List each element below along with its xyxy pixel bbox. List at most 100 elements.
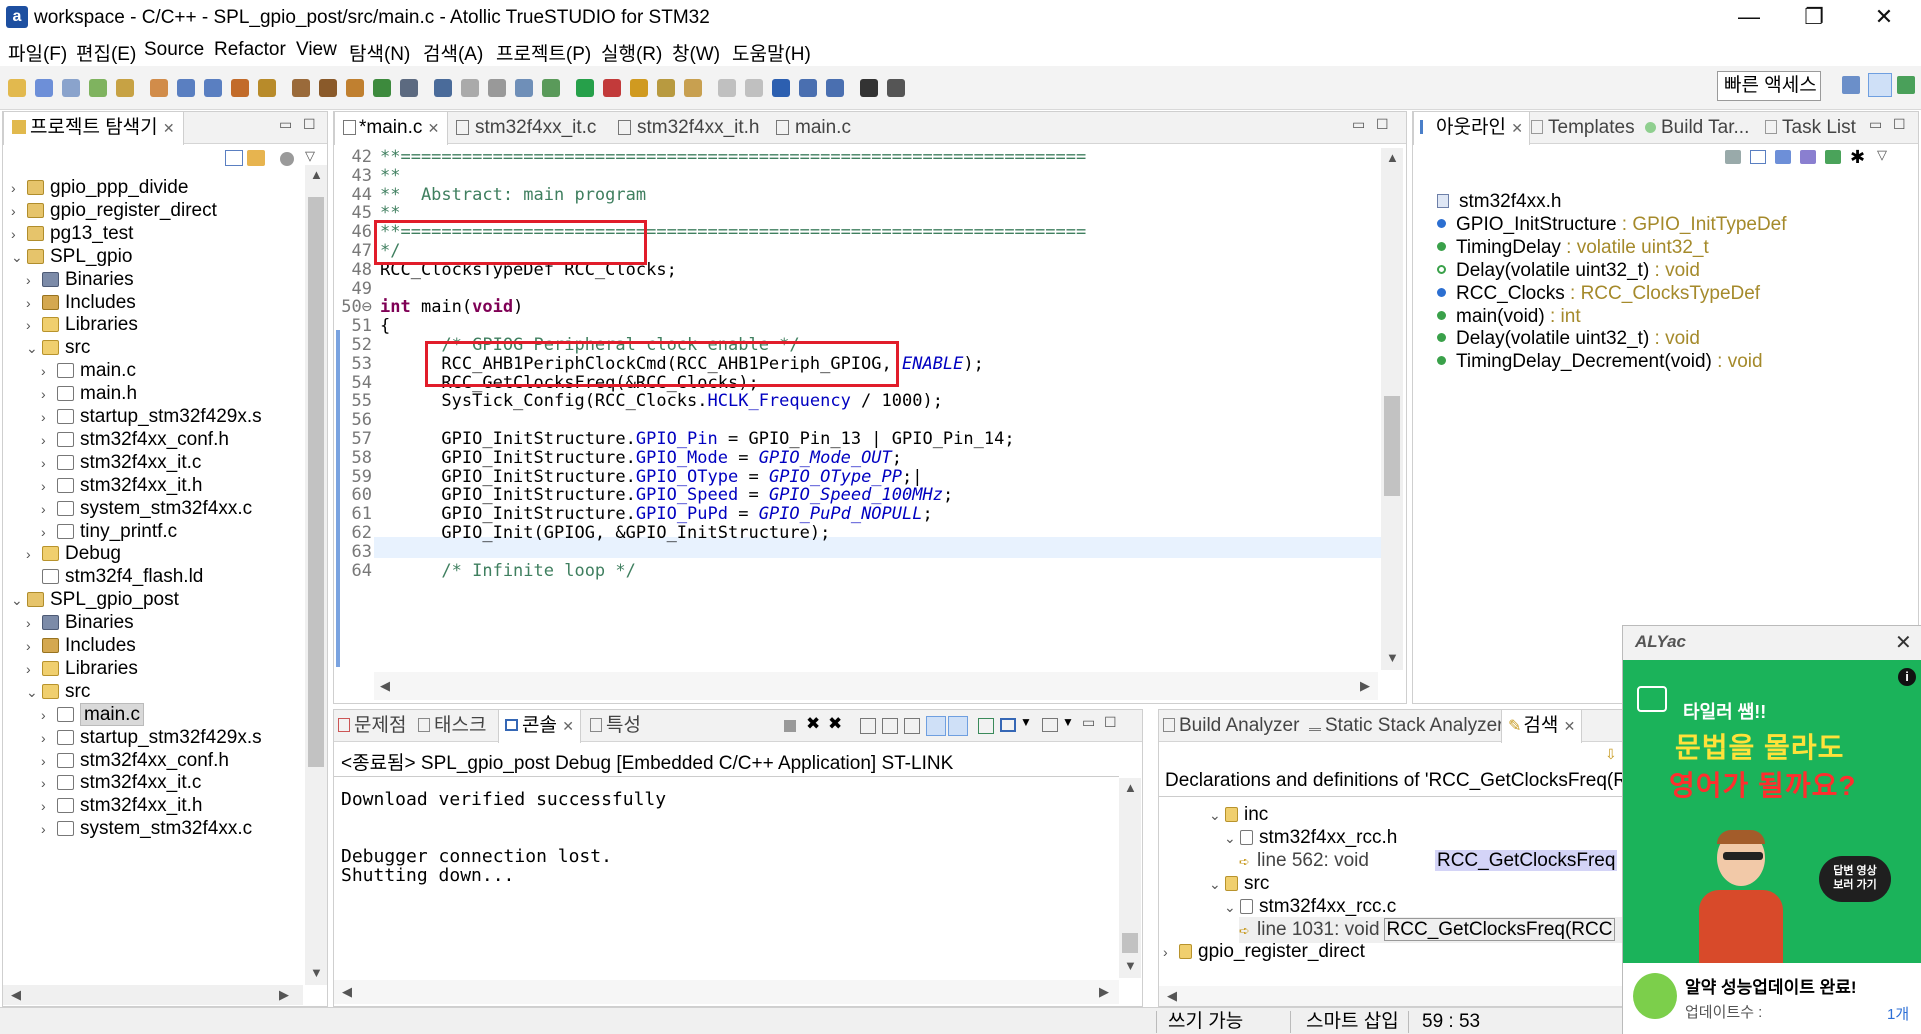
explorer-scroll-thumb[interactable] <box>308 197 324 767</box>
tab-templates[interactable]: Templates <box>1531 112 1635 144</box>
menu-project[interactable]: 프로젝트(P) <box>496 39 591 66</box>
menu-run[interactable]: 실행(R) <box>601 39 662 66</box>
outline-item[interactable]: TimingDelay_Decrement(void) : void <box>1437 350 1763 373</box>
word-wrap-icon[interactable] <box>904 718 920 734</box>
menu-source[interactable]: Source <box>144 39 204 61</box>
save-icon[interactable] <box>177 79 195 97</box>
hide-macros-icon[interactable]: ✱ <box>1850 147 1865 168</box>
view-menu-icon[interactable]: ▽ <box>305 148 315 164</box>
search-hscrollbar[interactable]: ◀ <box>1159 986 1625 1006</box>
show-on-error-icon[interactable] <box>948 716 968 736</box>
outline-item[interactable]: RCC_Clocks : RCC_ClocksTypeDef <box>1437 282 1760 305</box>
hide-static-icon[interactable] <box>1800 150 1816 164</box>
tab-task-list[interactable]: Task List <box>1765 112 1856 144</box>
make-icon[interactable] <box>319 79 337 97</box>
editor-scrollbar[interactable]: ▲ ▼ <box>1381 148 1403 670</box>
chevron-down-icon[interactable]: ⌄ <box>26 679 42 705</box>
perspective-icon[interactable] <box>1842 76 1860 94</box>
tab-tasks[interactable]: 태스크 <box>418 710 486 742</box>
hide-nonpublic-icon[interactable] <box>1825 150 1841 164</box>
console-output[interactable]: Download verified successfully Debugger c… <box>341 790 1111 975</box>
build-all-icon[interactable] <box>258 79 276 97</box>
scroll-lock-icon[interactable] <box>882 718 898 734</box>
save-all-icon[interactable] <box>204 79 222 97</box>
import-icon[interactable] <box>116 79 134 97</box>
quick-access-input[interactable]: 빠른 액세스 <box>1717 71 1821 101</box>
maximize-icon[interactable]: ☐ <box>1893 116 1906 133</box>
new-class-icon[interactable] <box>89 79 107 97</box>
menu-view[interactable]: View <box>296 39 337 61</box>
tab-outline[interactable]: 아웃라인 ✕ <box>1413 112 1530 145</box>
tab-static-stack-analyzer[interactable]: Static Stack Analyzer <box>1309 710 1503 742</box>
outline-item[interactable]: main(void) : int <box>1437 305 1581 328</box>
minimize-icon[interactable]: ▭ <box>1869 116 1882 133</box>
mark-occurrences-icon[interactable] <box>515 79 533 97</box>
sort-icon[interactable] <box>1725 150 1741 164</box>
tab-stm32f4xx-it-c[interactable]: stm32f4xx_it.c <box>448 112 604 144</box>
filter-icon[interactable] <box>280 152 294 166</box>
ad-info-icon[interactable]: i <box>1898 668 1916 686</box>
menu-window[interactable]: 창(W) <box>672 39 720 66</box>
clean-icon[interactable] <box>292 79 310 97</box>
menu-search[interactable]: 검색(A) <box>423 39 483 66</box>
tab-problems[interactable]: 문제점 <box>338 710 406 742</box>
chevron-right-icon[interactable]: › <box>1163 939 1179 965</box>
search-result-item[interactable]: ➪ line 562: void RCC_GetClocksFreq <box>1239 848 1618 874</box>
outline-item[interactable]: TimingDelay : volatile uint32_t <box>1437 236 1709 259</box>
exit-icon[interactable] <box>887 79 905 97</box>
chevron-down-icon[interactable]: ⌄ <box>1224 894 1240 920</box>
editor-hscrollbar[interactable]: ◀ ▶ <box>374 672 1378 700</box>
close-icon[interactable]: ✕ <box>562 718 574 734</box>
menu-file[interactable]: 파일(F) <box>8 39 67 66</box>
prev-edit-icon[interactable] <box>684 79 702 97</box>
tab-search[interactable]: ✎ 검색 ✕ <box>1501 710 1583 743</box>
chevron-right-icon[interactable]: › <box>41 816 57 842</box>
explorer-hscrollbar[interactable]: ◀ ▶ <box>3 985 303 1005</box>
close-icon[interactable]: ✕ <box>428 120 440 136</box>
tab-console[interactable]: 콘솔 ✕ <box>498 710 581 743</box>
close-icon[interactable]: ✕ <box>163 120 175 136</box>
explorer-item[interactable]: › system_stm32f4xx.c <box>41 816 252 842</box>
ad-banner[interactable]: i 타일러 쌤!! 문법을 몰라도 영어가 될까요? 답변 영상 보러 가기 <box>1623 660 1921 963</box>
console-scroll-thumb[interactable] <box>1122 933 1138 953</box>
chevron-down-icon[interactable]: ▼ <box>1020 715 1032 729</box>
outline-item[interactable]: Delay(volatile uint32_t) : void <box>1437 327 1700 350</box>
clear-console-icon[interactable] <box>860 718 876 734</box>
tab-properties[interactable]: 특성 <box>590 710 641 742</box>
display-console-icon[interactable] <box>1000 718 1016 732</box>
console-hscrollbar[interactable]: ◀ ▶ <box>334 980 1119 1004</box>
tab-main-c-modified[interactable]: *main.c ✕ <box>334 112 449 145</box>
search-result-item[interactable]: › gpio_register_direct <box>1163 939 1365 965</box>
menu-edit[interactable]: 편집(E) <box>76 39 136 66</box>
remove-launch-icon[interactable]: ✖ <box>806 714 820 734</box>
build-config-icon[interactable] <box>346 79 364 97</box>
view-menu-icon[interactable]: ▽ <box>1877 147 1887 163</box>
maximize-button[interactable]: ❐ <box>1790 2 1838 32</box>
serial-icon[interactable] <box>434 79 452 97</box>
ad-close-icon[interactable]: ✕ <box>1895 630 1912 655</box>
minimize-button[interactable]: — <box>1725 2 1773 32</box>
chevron-down-icon[interactable]: ⌄ <box>26 335 42 361</box>
chevron-down-icon[interactable]: ⌄ <box>1224 825 1240 851</box>
maximize-icon[interactable]: ☐ <box>303 116 316 133</box>
open-console-icon[interactable] <box>1042 718 1058 732</box>
chevron-down-icon[interactable]: ⌄ <box>1209 871 1225 897</box>
ad-cta-button[interactable]: 답변 영상 보러 가기 <box>1819 856 1891 902</box>
console-scrollbar[interactable]: ▲ ▼ <box>1119 778 1141 978</box>
tab-main-c[interactable]: main.c <box>768 112 859 144</box>
editor-scroll-thumb[interactable] <box>1384 396 1400 496</box>
maximize-icon[interactable]: ☐ <box>1376 116 1389 133</box>
chevron-down-icon[interactable]: ⌄ <box>1209 802 1225 828</box>
close-icon[interactable]: ✕ <box>1511 120 1523 136</box>
outline-item[interactable]: GPIO_InitStructure : GPIO_InitTypeDef <box>1437 213 1787 236</box>
format-icon[interactable] <box>488 79 506 97</box>
debug-config-icon[interactable] <box>373 79 391 97</box>
hide-fields-icon[interactable] <box>1775 150 1791 164</box>
info-icon[interactable] <box>772 79 790 97</box>
search-icon[interactable] <box>630 79 648 97</box>
forward-icon[interactable] <box>745 79 763 97</box>
maximize-view-icon[interactable] <box>860 79 878 97</box>
new-header-icon[interactable] <box>62 79 80 97</box>
maximize-icon[interactable]: ☐ <box>1104 714 1117 731</box>
close-button[interactable]: ✕ <box>1860 2 1908 32</box>
